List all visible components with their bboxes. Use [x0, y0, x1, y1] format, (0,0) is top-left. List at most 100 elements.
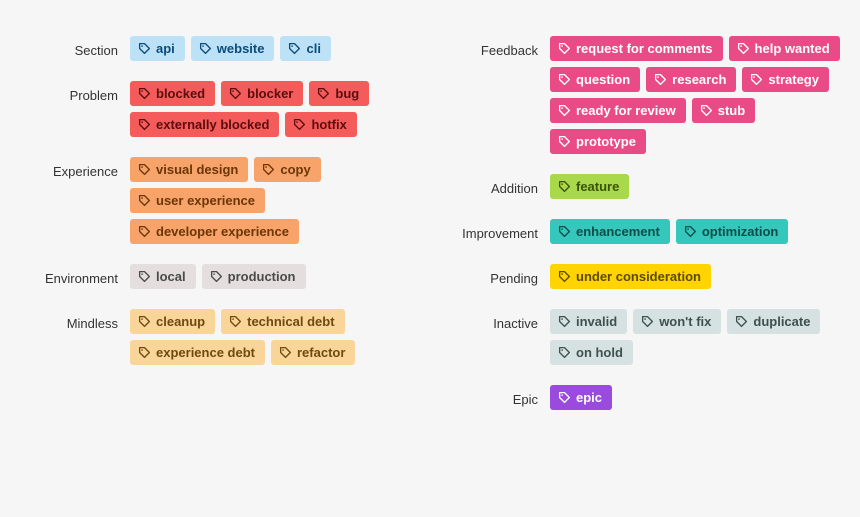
tag-label: blocker	[247, 86, 293, 101]
tag-list: cleanup technical debt experience debt refa…	[130, 309, 420, 365]
tag-visual-design[interactable]: visual design	[130, 157, 248, 182]
tag-icon	[558, 270, 571, 283]
tag-icon	[138, 163, 151, 176]
tag-icon	[684, 225, 697, 238]
tag-copy[interactable]: copy	[254, 157, 320, 182]
tag-icon	[641, 315, 654, 328]
tag-website[interactable]: website	[191, 36, 275, 61]
group-label: Experience	[20, 157, 130, 179]
tag-label: cleanup	[156, 314, 205, 329]
tag-label: technical debt	[247, 314, 334, 329]
tag-bug[interactable]: bug	[309, 81, 369, 106]
tag-list: visual design copy user experience develope…	[130, 157, 420, 244]
tag-optimization[interactable]: optimization	[676, 219, 789, 244]
tag-question[interactable]: question	[550, 67, 640, 92]
tag-under-consideration[interactable]: under consideration	[550, 264, 711, 289]
tag-cli[interactable]: cli	[280, 36, 330, 61]
tag-list: blocked blocker bug externally blockedhotfi…	[130, 81, 420, 137]
group-label: Environment	[20, 264, 130, 286]
tag-feature[interactable]: feature	[550, 174, 629, 199]
tag-label: cli	[306, 41, 320, 56]
tag-label: production	[228, 269, 296, 284]
tag-label: website	[217, 41, 265, 56]
tag-icon	[138, 194, 151, 207]
tag-label: question	[576, 72, 630, 87]
group-problem: Problemblocked blocker bug externally block…	[20, 81, 420, 137]
tag-ready-for-review[interactable]: ready for review	[550, 98, 686, 123]
tag-user-experience[interactable]: user experience	[130, 188, 265, 213]
tag-hotfix[interactable]: hotfix	[285, 112, 356, 137]
tag-local[interactable]: local	[130, 264, 196, 289]
left-column: SectionapiwebsitecliProblemblockedblocke…	[20, 36, 420, 430]
tag-prototype[interactable]: prototype	[550, 129, 646, 154]
tag-epic[interactable]: epic	[550, 385, 612, 410]
tag-stub[interactable]: stub	[692, 98, 755, 123]
tag-icon	[138, 42, 151, 55]
group-label: Improvement	[440, 219, 550, 241]
tag-help-wanted[interactable]: help wanted	[729, 36, 840, 61]
tag-label: refactor	[297, 345, 345, 360]
tag-label: prototype	[576, 134, 636, 149]
tag-label: experience debt	[156, 345, 255, 360]
tag-production[interactable]: production	[202, 264, 306, 289]
group-pending: Pending under consideration	[440, 264, 840, 289]
tag-list: feature	[550, 174, 840, 199]
tag-icon	[229, 87, 242, 100]
tag-icon	[210, 270, 223, 283]
tag-label: won't fix	[659, 314, 711, 329]
tag-enhancement[interactable]: enhancement	[550, 219, 670, 244]
group-inactive: Inactive invalid won't fix duplicate on hold	[440, 309, 840, 365]
tag-invalid[interactable]: invalid	[550, 309, 627, 334]
tag-on-hold[interactable]: on hold	[550, 340, 633, 365]
tag-label: under consideration	[576, 269, 701, 284]
tag-blocker[interactable]: blocker	[221, 81, 303, 106]
group-experience: Experience visual design copy user experien…	[20, 157, 420, 244]
tag-blocked[interactable]: blocked	[130, 81, 215, 106]
tag-externally-blocked[interactable]: externally blocked	[130, 112, 279, 137]
tag-icon	[654, 73, 667, 86]
tag-icon	[199, 42, 212, 55]
group-label: Epic	[440, 385, 550, 407]
tag-won-t-fix[interactable]: won't fix	[633, 309, 721, 334]
group-label: Problem	[20, 81, 130, 103]
tag-label: visual design	[156, 162, 238, 177]
tag-icon	[558, 391, 571, 404]
group-feedback: Feedbackrequest for commentshelp wanted q…	[440, 36, 840, 154]
tag-icon	[558, 73, 571, 86]
tag-icon	[558, 180, 571, 193]
tag-refactor[interactable]: refactor	[271, 340, 355, 365]
tag-label: enhancement	[576, 224, 660, 239]
tag-technical-debt[interactable]: technical debt	[221, 309, 344, 334]
tag-label: ready for review	[576, 103, 676, 118]
tag-icon	[138, 315, 151, 328]
tag-duplicate[interactable]: duplicate	[727, 309, 820, 334]
tag-research[interactable]: research	[646, 67, 736, 92]
tag-icon	[293, 118, 306, 131]
tag-icon	[558, 225, 571, 238]
tag-label: local	[156, 269, 186, 284]
group-label: Feedback	[440, 36, 550, 58]
tag-label: duplicate	[753, 314, 810, 329]
tag-label: research	[672, 72, 726, 87]
tag-icon	[558, 42, 571, 55]
tag-icon	[288, 42, 301, 55]
tag-icon	[558, 315, 571, 328]
tag-request-for-comments[interactable]: request for comments	[550, 36, 723, 61]
tag-icon	[737, 42, 750, 55]
group-section: Sectionapiwebsitecli	[20, 36, 420, 61]
tag-developer-experience[interactable]: developer experience	[130, 219, 299, 244]
tag-experience-debt[interactable]: experience debt	[130, 340, 265, 365]
tag-icon	[138, 346, 151, 359]
tag-icon	[229, 315, 242, 328]
tag-label: invalid	[576, 314, 617, 329]
group-label: Pending	[440, 264, 550, 286]
tag-list: invalid won't fix duplicate on hold	[550, 309, 840, 365]
tag-icon	[138, 225, 151, 238]
tag-cleanup[interactable]: cleanup	[130, 309, 215, 334]
tag-strategy[interactable]: strategy	[742, 67, 829, 92]
group-label: Inactive	[440, 309, 550, 331]
tag-api[interactable]: api	[130, 36, 185, 61]
tag-label: on hold	[576, 345, 623, 360]
tag-list: request for commentshelp wanted question r…	[550, 36, 840, 154]
tag-label: stub	[718, 103, 745, 118]
